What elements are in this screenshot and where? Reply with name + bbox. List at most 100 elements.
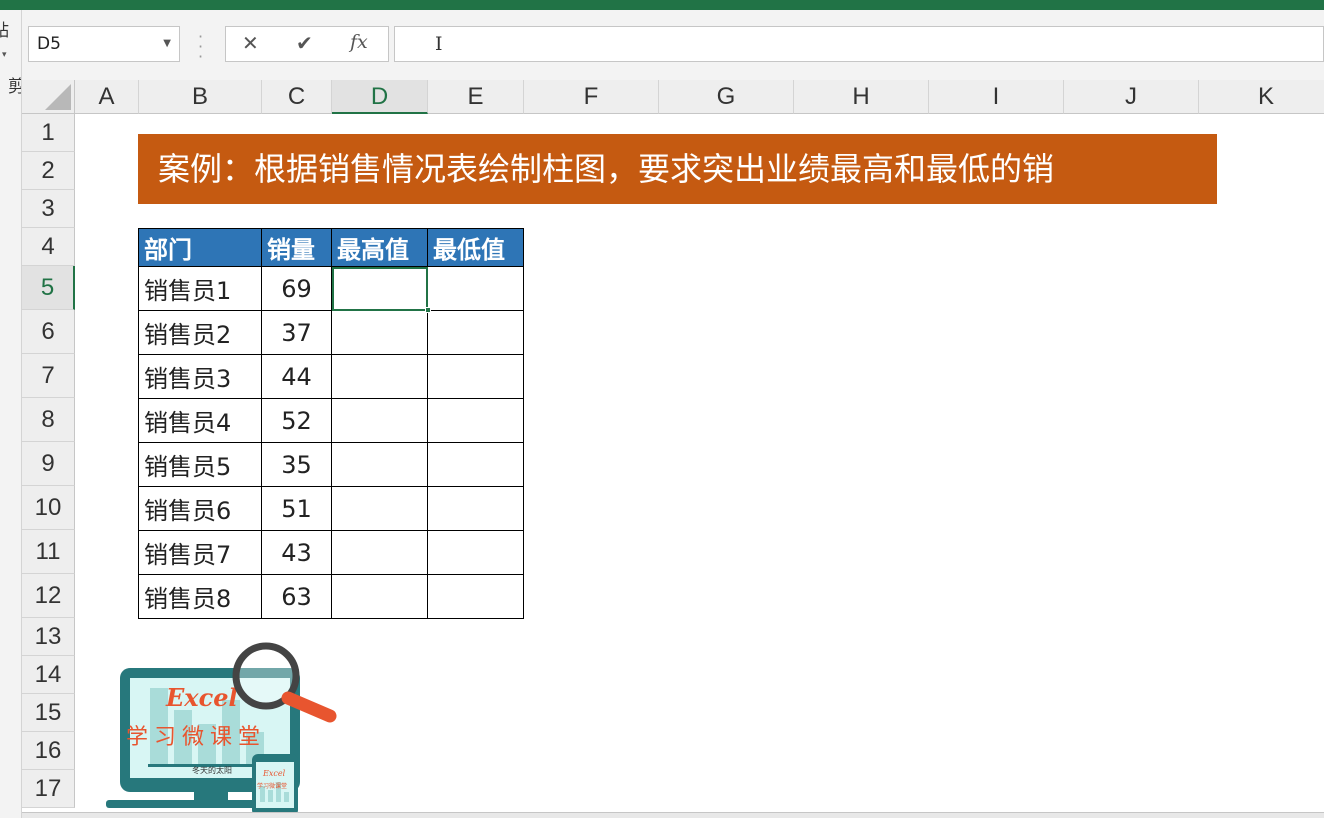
column-header-i[interactable]: I — [929, 80, 1064, 114]
enter-button[interactable]: ✔ — [296, 31, 313, 55]
ribbon-fragment: 贴 ▾ 剪 — [0, 10, 22, 818]
row-header-14[interactable]: 14 — [22, 656, 75, 694]
department-cell[interactable]: 销售员1 — [138, 266, 262, 311]
insert-function-button[interactable]: fx — [350, 31, 368, 53]
column-header-d[interactable]: D — [332, 80, 428, 114]
cut-label[interactable]: 剪 — [8, 72, 21, 97]
formula-buttons: ✕ ✔ fx — [225, 26, 389, 62]
row-header-16[interactable]: 16 — [22, 732, 75, 770]
row-header-4[interactable]: 4 — [22, 228, 75, 266]
min-cell[interactable] — [427, 486, 524, 531]
cancel-button[interactable]: ✕ — [242, 31, 259, 55]
sales-cell[interactable]: 37 — [261, 310, 332, 355]
logo-tagline: 冬天的太阳 — [192, 765, 232, 775]
min-cell[interactable] — [427, 530, 524, 575]
min-cell[interactable] — [427, 574, 524, 619]
table-row: 销售员6 51 — [138, 486, 524, 531]
table-header-row: 部门 销量 最高值 最低值 — [138, 228, 524, 267]
column-header-h[interactable]: H — [794, 80, 929, 114]
sales-cell[interactable]: 69 — [261, 266, 332, 311]
min-cell[interactable] — [427, 354, 524, 399]
department-cell[interactable]: 销售员6 — [138, 486, 262, 531]
row-header-13[interactable]: 13 — [22, 618, 75, 656]
row-header-10[interactable]: 10 — [22, 486, 75, 530]
title-bar-strip — [0, 0, 1324, 10]
title-banner[interactable]: 案例：根据销售情况表绘制柱图，要求突出业绩最高和最低的销 — [138, 134, 1217, 204]
max-cell[interactable] — [331, 486, 428, 531]
phone-name: 学习微课堂 — [257, 782, 287, 790]
row-header-5[interactable]: 5 — [22, 266, 75, 310]
row-header-8[interactable]: 8 — [22, 398, 75, 442]
column-header-g[interactable]: G — [659, 80, 794, 114]
header-sales[interactable]: 销量 — [261, 228, 332, 267]
row-header-12[interactable]: 12 — [22, 574, 75, 618]
row-header-7[interactable]: 7 — [22, 354, 75, 398]
department-cell[interactable]: 销售员2 — [138, 310, 262, 355]
table-row: 销售员8 63 — [138, 574, 524, 619]
table-row: 销售员2 37 — [138, 310, 524, 355]
row-header-6[interactable]: 6 — [22, 310, 75, 354]
max-cell[interactable] — [331, 398, 428, 443]
select-all-button[interactable] — [22, 80, 75, 114]
sales-cell[interactable]: 44 — [261, 354, 332, 399]
min-cell[interactable] — [427, 310, 524, 355]
column-header-b[interactable]: B — [139, 80, 262, 114]
phone-brand: Excel — [262, 769, 286, 778]
row-header-17[interactable]: 17 — [22, 770, 75, 808]
row-header-2[interactable]: 2 — [22, 152, 75, 190]
chevron-down-icon[interactable]: ▼ — [163, 27, 171, 61]
max-cell[interactable] — [331, 310, 428, 355]
department-cell[interactable]: 销售员8 — [138, 574, 262, 619]
max-cell[interactable] — [331, 354, 428, 399]
paste-label[interactable]: 贴 — [0, 16, 9, 41]
table-row: 销售员1 69 — [138, 266, 524, 311]
row-header-3[interactable]: 3 — [22, 190, 75, 228]
fill-handle[interactable] — [425, 307, 431, 313]
select-all-icon — [45, 84, 71, 110]
sales-cell[interactable]: 35 — [261, 442, 332, 487]
logo-brand: Excel — [165, 683, 238, 712]
name-box[interactable]: D5 ▼ — [28, 26, 180, 62]
formula-input[interactable]: I — [394, 26, 1324, 62]
logo-name: 学习微课堂 — [126, 725, 266, 750]
row-header-15[interactable]: 15 — [22, 694, 75, 732]
column-header-f[interactable]: F — [524, 80, 659, 114]
header-min[interactable]: 最低值 — [427, 228, 524, 267]
row-header-1[interactable]: 1 — [22, 114, 75, 152]
sales-cell[interactable]: 51 — [261, 486, 332, 531]
column-header-a[interactable]: A — [75, 80, 139, 114]
table-row: 销售员3 44 — [138, 354, 524, 399]
name-box-value: D5 — [37, 34, 61, 54]
sales-table: 部门 销量 最高值 最低值 销售员1 69 销售员2 37 销售员3 44 销售员4 52 销售… — [138, 228, 524, 619]
paste-dropdown-icon[interactable]: ▾ — [2, 50, 7, 60]
max-cell[interactable] — [331, 530, 428, 575]
department-cell[interactable]: 销售员5 — [138, 442, 262, 487]
table-row: 销售员7 43 — [138, 530, 524, 575]
max-cell[interactable] — [331, 442, 428, 487]
max-cell[interactable] — [331, 266, 428, 311]
min-cell[interactable] — [427, 398, 524, 443]
sheet-tab-bar[interactable] — [22, 812, 1324, 818]
department-cell[interactable]: 销售员3 — [138, 354, 262, 399]
min-cell[interactable] — [427, 442, 524, 487]
header-department[interactable]: 部门 — [138, 228, 262, 267]
excel-course-logo: Excel 学习微课堂 冬天的太阳 Excel 学习微课堂 — [106, 642, 337, 816]
row-header-11[interactable]: 11 — [22, 530, 75, 574]
header-max[interactable]: 最高值 — [331, 228, 428, 267]
sales-cell[interactable]: 63 — [261, 574, 332, 619]
formula-bar: D5 ▼ · · · ✕ ✔ fx I — [22, 10, 1324, 80]
formula-bar-grip-icon[interactable]: · · · — [198, 29, 204, 65]
column-header-c[interactable]: C — [262, 80, 332, 114]
column-header-k[interactable]: K — [1199, 80, 1324, 114]
column-header-e[interactable]: E — [428, 80, 524, 114]
department-cell[interactable]: 销售员4 — [138, 398, 262, 443]
department-cell[interactable]: 销售员7 — [138, 530, 262, 575]
text-cursor-icon: I — [435, 33, 443, 55]
sales-cell[interactable]: 52 — [261, 398, 332, 443]
max-cell[interactable] — [331, 574, 428, 619]
sales-cell[interactable]: 43 — [261, 530, 332, 575]
min-cell[interactable] — [427, 266, 524, 311]
column-header-j[interactable]: J — [1064, 80, 1199, 114]
table-row: 销售员4 52 — [138, 398, 524, 443]
row-header-9[interactable]: 9 — [22, 442, 75, 486]
